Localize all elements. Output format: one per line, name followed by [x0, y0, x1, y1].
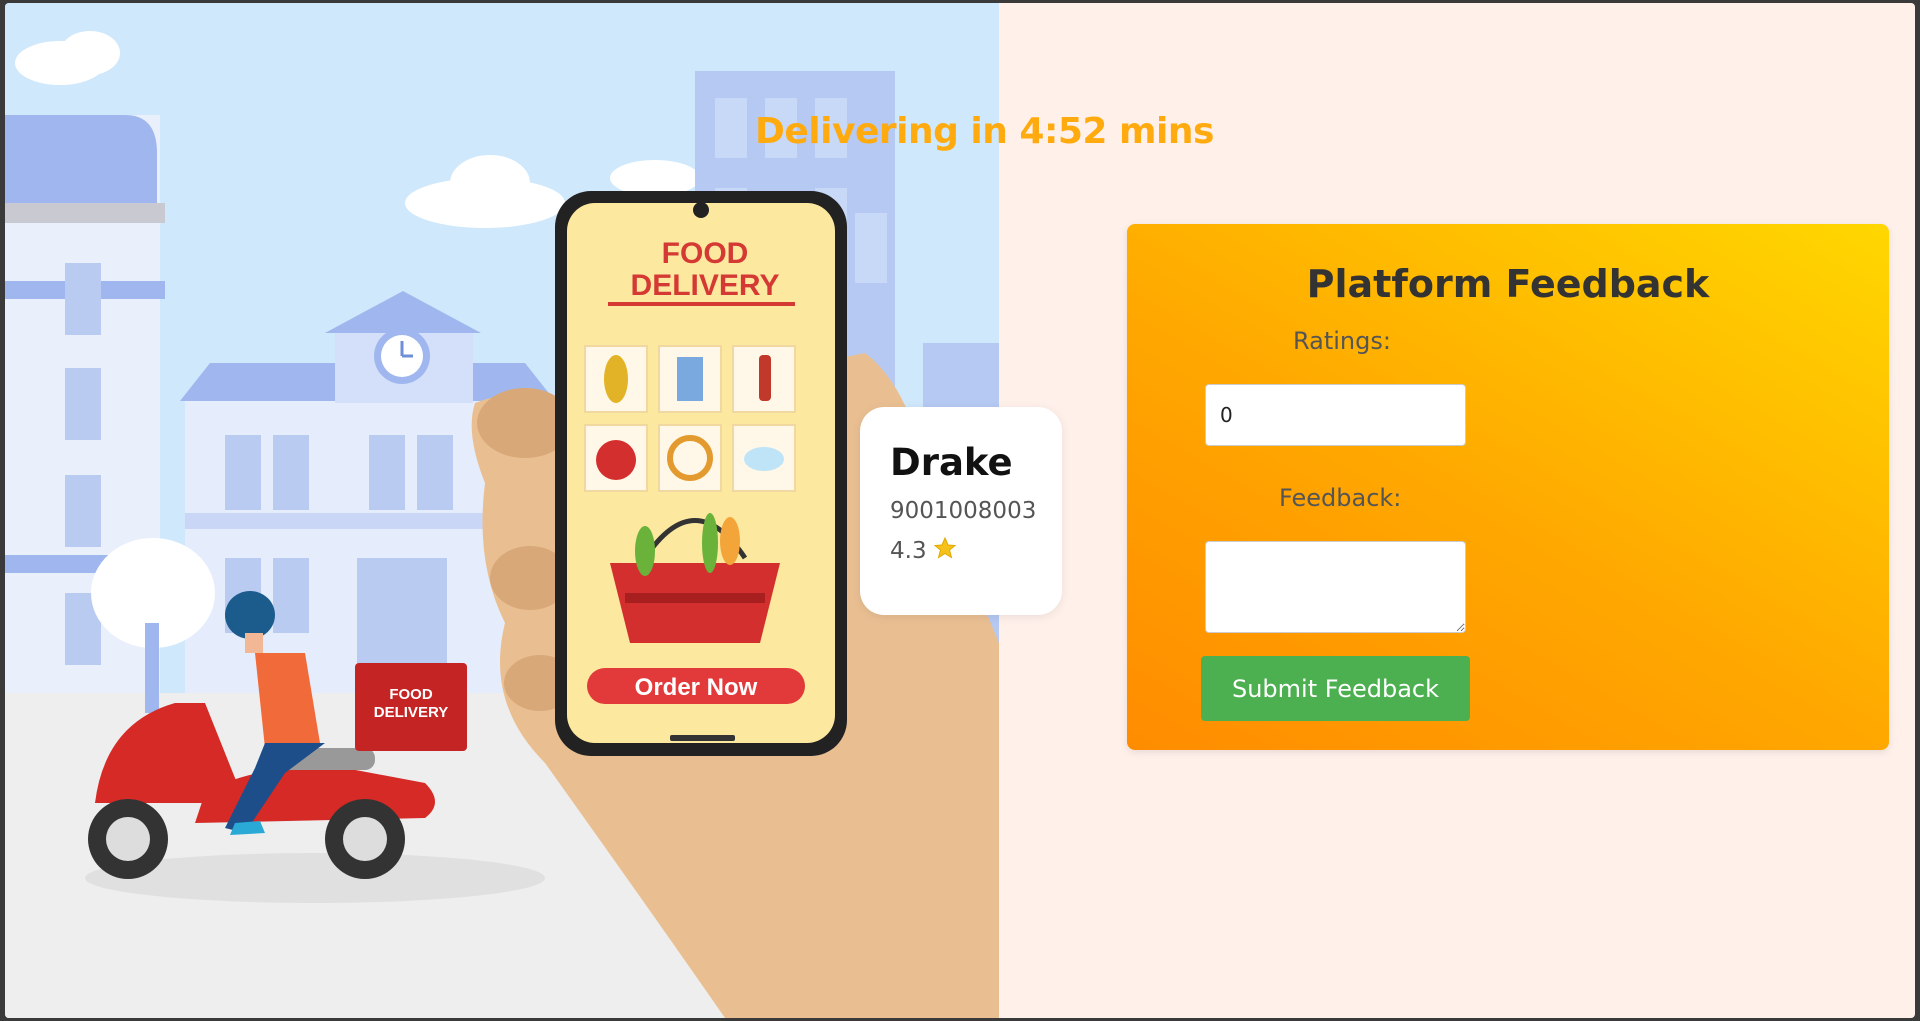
phone-title-line2: DELIVERY — [631, 269, 780, 302]
driver-phone: 9001008003 — [890, 498, 1037, 524]
order-now-label: Order Now — [635, 674, 758, 701]
ratings-label: Ratings: — [1293, 327, 1391, 355]
panel-title: Platform Feedback — [1306, 262, 1710, 306]
feedback-label: Feedback: — [1279, 484, 1402, 512]
ratings-input[interactable] — [1205, 384, 1466, 446]
star-icon — [933, 536, 957, 566]
app-window: FOOD DELIVERY Order Now FOOD DELIVERY De… — [5, 3, 1915, 1018]
driver-card: Drake 9001008003 4.3 — [860, 407, 1062, 615]
driver-rating-value: 4.3 — [890, 538, 927, 564]
submit-feedback-button[interactable]: Submit Feedback — [1201, 656, 1470, 721]
box-label-line1: FOOD — [389, 686, 432, 703]
driver-name: Drake — [890, 441, 1013, 484]
driver-rating: 4.3 — [890, 536, 1062, 566]
platform-feedback-panel: Platform Feedback Ratings: Feedback: Sub… — [1127, 224, 1889, 750]
illustration-svg: FOOD DELIVERY Order Now FOOD DELIVERY — [5, 3, 999, 1018]
delivery-eta: Delivering in 4:52 mins — [755, 111, 1214, 152]
phone-title-line1: FOOD — [662, 237, 749, 270]
feedback-textarea[interactable] — [1205, 541, 1466, 633]
food-delivery-illustration: FOOD DELIVERY Order Now FOOD DELIVERY — [5, 3, 999, 1018]
box-label-line2: DELIVERY — [374, 704, 448, 721]
